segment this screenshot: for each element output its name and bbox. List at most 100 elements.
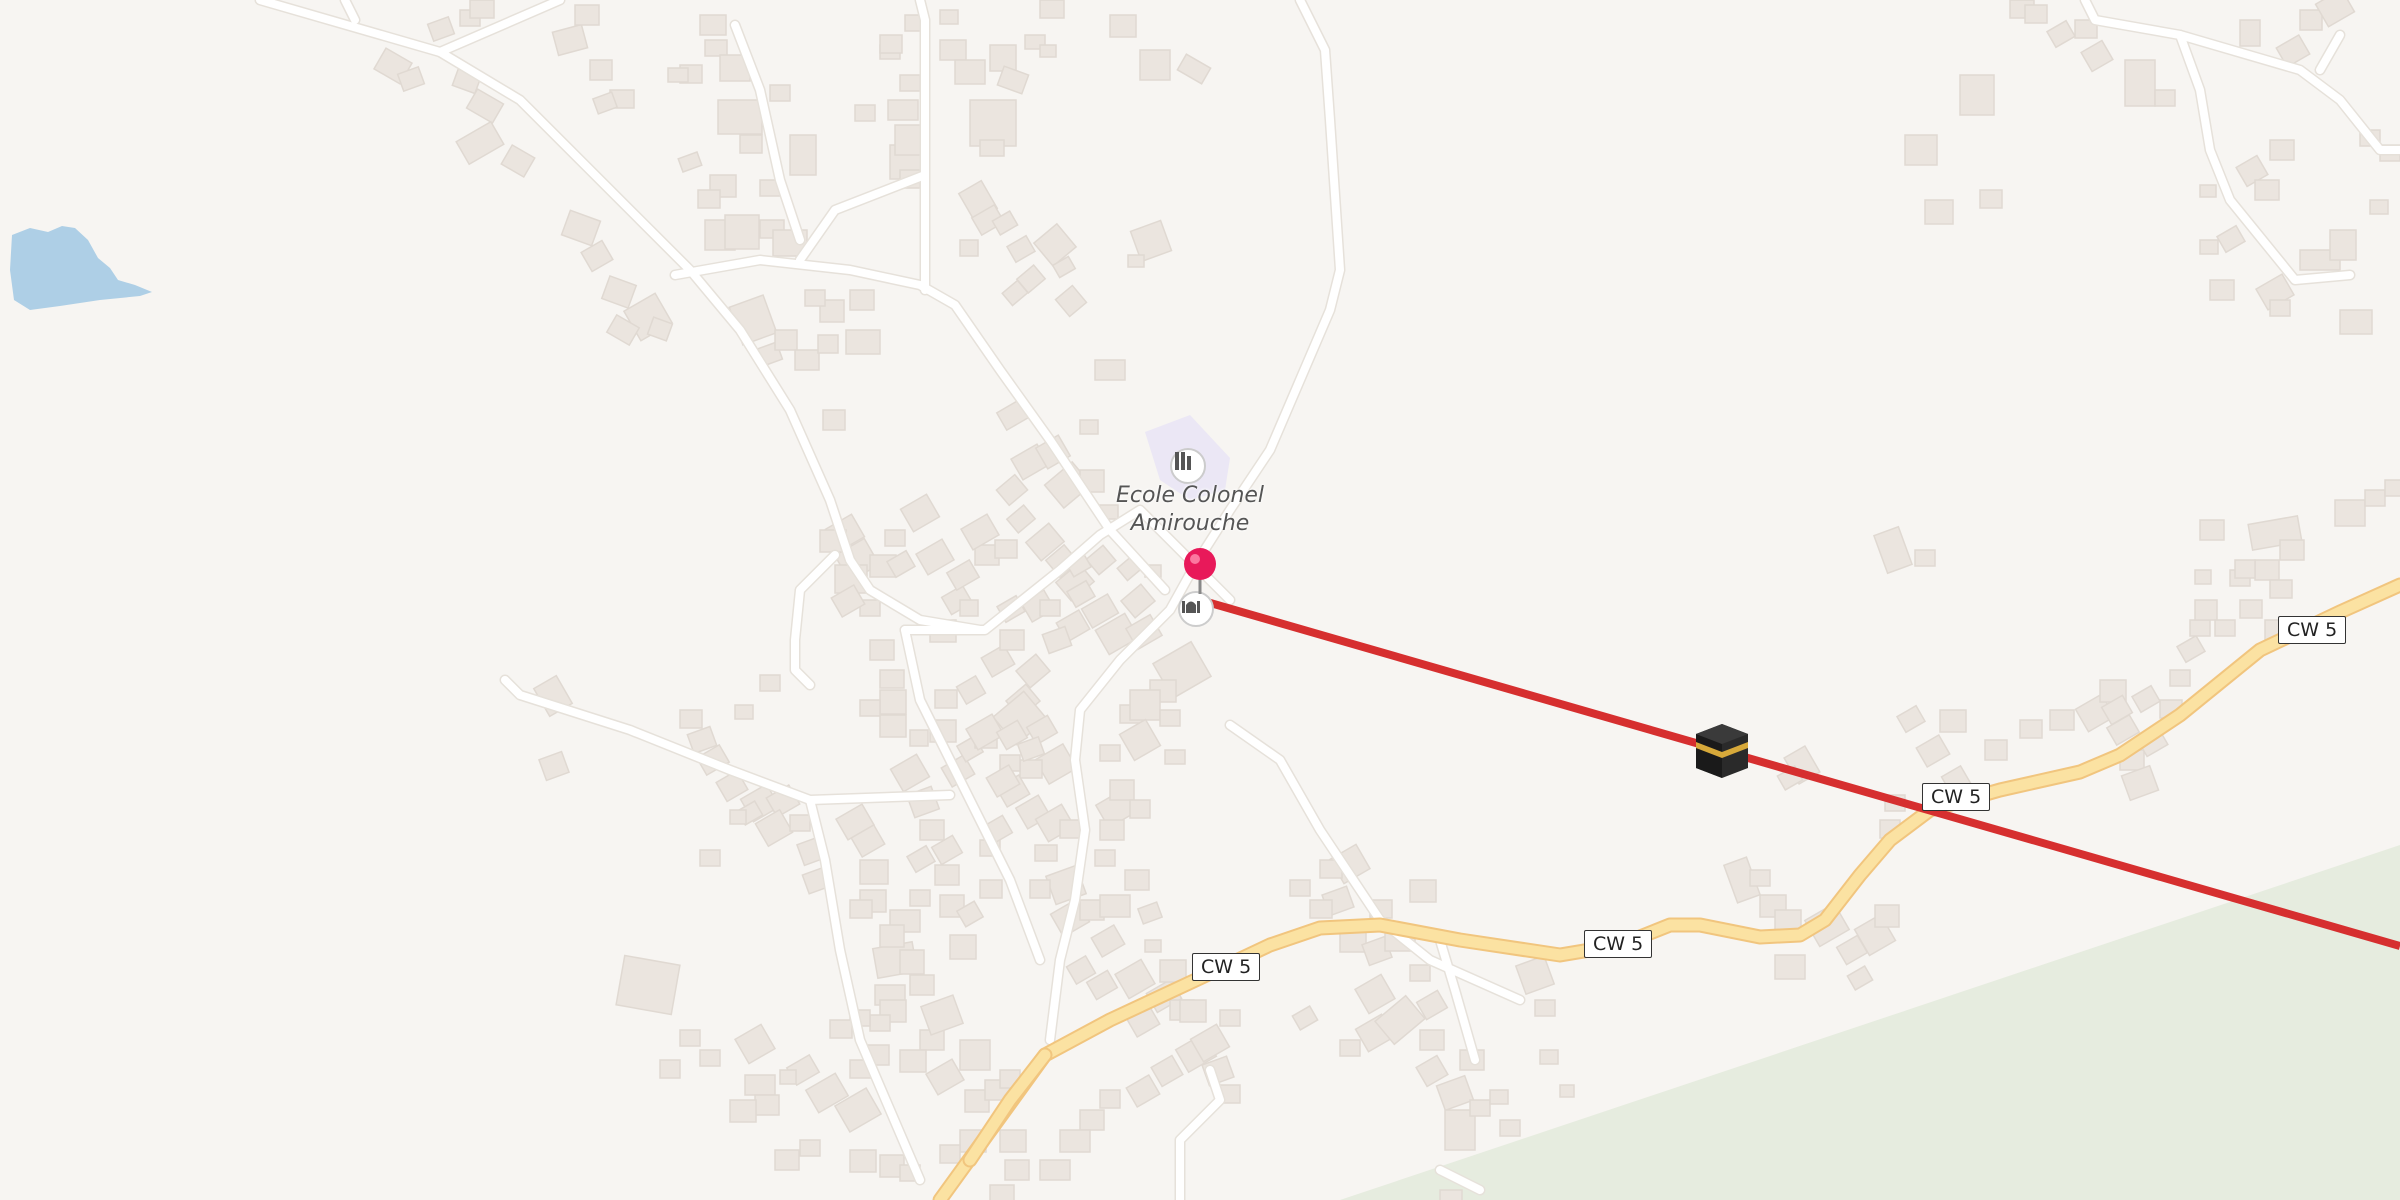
building [909,729,929,747]
building [774,1149,800,1171]
building [1019,759,1043,779]
building [959,239,979,257]
building [2334,499,2366,527]
building [1029,879,1051,899]
building [1539,1049,1559,1065]
building [600,274,638,310]
building [1004,1159,1030,1181]
building [1895,704,1927,734]
building [1014,653,1052,689]
building [667,67,689,83]
building [426,15,456,43]
building [1469,1099,1491,1117]
map-canvas[interactable]: CW 5 CW 5 CW 5 CW 5 Ecole Colonel Amirou… [0,0,2400,1200]
building [729,1099,757,1123]
building [859,859,889,885]
building [2024,4,2048,24]
school-icon[interactable] [1170,448,1206,484]
building [1099,1089,1121,1109]
building [615,954,681,1016]
building [1176,53,1212,85]
building [1139,49,1171,81]
building [465,87,505,125]
building [1125,1073,1161,1109]
building [591,91,619,115]
building [849,289,875,311]
building [2215,224,2247,254]
kaaba-icon[interactable] [1694,722,1750,780]
building [1079,419,1099,435]
building [1415,1054,1449,1088]
building [1094,359,1126,381]
building [2130,684,2162,714]
building [869,1014,891,1032]
building [1979,189,2003,209]
building [1179,999,1207,1023]
building [914,538,956,576]
building [817,334,839,354]
building [2154,89,2176,107]
building [2299,9,2323,31]
building [934,689,958,709]
building [1514,954,1556,996]
building [1054,284,1088,318]
building [2175,634,2207,664]
building [849,899,873,919]
minor-road [436,0,564,56]
building [754,1094,780,1116]
building [1099,819,1125,841]
building [1872,525,1914,575]
building [899,1049,927,1073]
building [2194,599,2218,621]
school-name-line1: Ecole Colonel [1115,483,1265,508]
building [959,599,979,617]
building [739,134,763,154]
minor-road [794,169,931,266]
building [1915,733,1951,769]
building [919,819,945,841]
minor-road [341,0,359,24]
school-name-line2: Amirouche [1130,511,1250,536]
building [999,1129,1027,1153]
building [1144,939,1162,953]
road-shield-cw5: CW 5 [1922,783,1991,811]
building [1289,879,1311,897]
building [1339,1039,1361,1057]
building [2124,59,2156,107]
building [2269,139,2295,161]
school-name-label[interactable]: Ecole Colonel Amirouche [1080,482,1300,538]
building [804,289,826,307]
building [899,493,941,533]
qibla-direction-line [1198,596,2400,950]
building [899,949,925,975]
building [1164,749,1186,765]
building [717,99,763,135]
building [1099,744,1121,762]
building [879,669,905,689]
building [1109,14,1137,38]
building [2239,19,2261,47]
building [924,1058,966,1096]
building [659,1059,681,1079]
building [455,120,505,166]
building [959,1039,991,1071]
location-pin-icon[interactable] [1180,546,1220,596]
building [574,4,600,26]
building [822,409,846,431]
building [580,239,614,273]
building [589,59,613,81]
building [551,23,589,57]
building [899,74,921,92]
building [1118,718,1162,762]
building [887,99,919,121]
building [1924,199,1954,225]
building [1774,954,1806,980]
building [1749,869,1771,887]
building [1090,923,1126,959]
mosque-icon[interactable] [1178,591,1214,627]
building [2234,559,2256,579]
building [1291,1005,1319,1031]
building [729,809,747,825]
building [884,529,906,547]
building [979,139,1005,157]
